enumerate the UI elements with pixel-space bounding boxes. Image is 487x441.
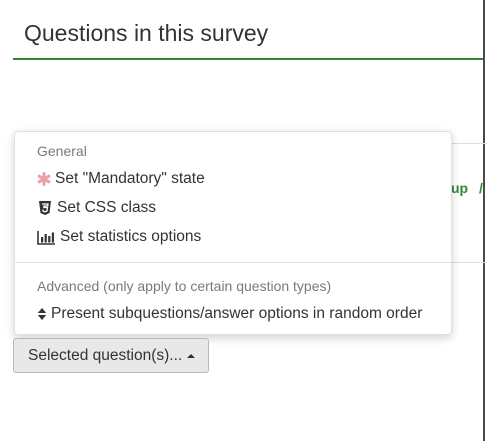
asterisk-icon [37, 172, 51, 186]
selected-questions-button[interactable]: Selected question(s)... [13, 338, 209, 373]
menu-item-label: Set "Mandatory" state [55, 170, 205, 187]
question-group-link[interactable]: up [451, 180, 468, 196]
menu-item-set-mandatory[interactable]: Set "Mandatory" state [37, 168, 205, 190]
menu-item-set-css-class[interactable]: Set CSS class [37, 197, 156, 219]
bar-chart-icon [37, 230, 56, 245]
caret-up-icon [187, 353, 196, 358]
selected-questions-label: Selected question(s)... [28, 346, 183, 364]
sort-icon [37, 307, 47, 321]
menu-item-label: Set CSS class [57, 199, 157, 216]
title-underline [13, 58, 483, 60]
question-group-separator: / [479, 180, 483, 196]
menu-item-label: Set statistics options [60, 228, 202, 245]
menu-divider [15, 262, 451, 263]
css3-icon [37, 200, 53, 216]
menu-item-set-statistics[interactable]: Set statistics options [37, 226, 201, 248]
menu-item-label: Present subquestions/answer options in r… [51, 305, 423, 322]
menu-header-advanced: Advanced (only apply to certain question… [37, 278, 332, 294]
selected-questions-menu: General Set "Mandatory" state Set CSS cl… [14, 131, 452, 335]
menu-item-random-order[interactable]: Present subquestions/answer options in r… [37, 303, 422, 325]
page-title: Questions in this survey [24, 20, 269, 46]
menu-header-general: General [37, 143, 87, 159]
